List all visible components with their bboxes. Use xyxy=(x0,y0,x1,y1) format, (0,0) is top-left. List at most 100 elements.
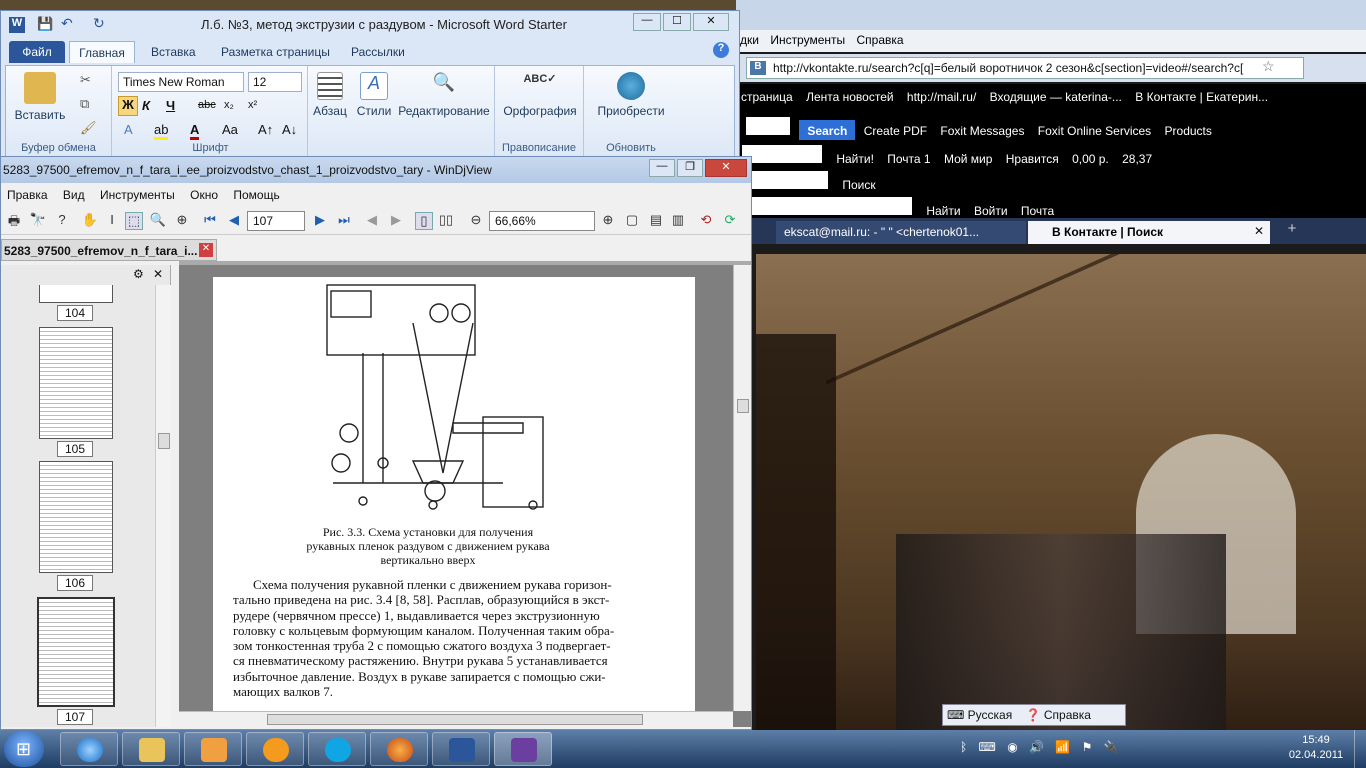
shrink-font-icon[interactable]: A↓ xyxy=(282,122,297,137)
yandex-mail-button[interactable]: Почта xyxy=(1016,198,1059,218)
bookmark-news[interactable]: Лента новостей xyxy=(801,84,899,104)
address-bar[interactable]: http://vkontakte.ru/search?c[q]=белый во… xyxy=(746,57,1304,79)
vertical-scrollbar[interactable] xyxy=(733,265,751,711)
zoom-combo[interactable]: 66,66% xyxy=(489,211,595,231)
text-select-icon[interactable]: I xyxy=(103,212,121,230)
hand-tool-icon[interactable]: ✋ xyxy=(81,212,99,230)
italic-icon[interactable]: К xyxy=(142,98,150,113)
redo-icon[interactable]: ↻ xyxy=(93,15,105,32)
horizontal-scroll-thumb[interactable] xyxy=(267,714,643,725)
rotate-left-icon[interactable]: ⟲ xyxy=(697,212,715,230)
first-page-icon[interactable]: ⏮ xyxy=(201,212,219,230)
undo-icon[interactable]: ↶ xyxy=(61,15,73,32)
network-icon[interactable]: 📶 xyxy=(1055,740,1070,754)
next-page-icon[interactable]: ▶ xyxy=(311,212,329,230)
thumbnail-106[interactable] xyxy=(39,461,113,573)
taskbar-explorer[interactable] xyxy=(122,732,180,766)
taskbar-windjview[interactable] xyxy=(494,732,552,766)
menu-help[interactable]: Справка xyxy=(852,30,907,50)
strikethrough-icon[interactable]: abc xyxy=(198,99,216,111)
menu-tools[interactable]: Инструменты xyxy=(766,30,849,50)
language-label[interactable]: Русская xyxy=(968,708,1013,722)
taskbar-skype[interactable] xyxy=(308,732,366,766)
thumbnail-107[interactable] xyxy=(37,597,115,707)
two-pages-icon[interactable]: ▯▯ xyxy=(437,212,455,230)
spelling-button[interactable]: ABC✓ Орфография xyxy=(497,72,583,118)
ask-search-input[interactable] xyxy=(746,117,790,135)
tab-layout[interactable]: Разметка страницы xyxy=(221,45,330,59)
whats-this-icon[interactable]: ? xyxy=(53,212,71,230)
change-case-icon[interactable]: Aa xyxy=(222,122,238,137)
dj-minimize-icon[interactable]: — xyxy=(649,159,675,177)
thumbnails-scrollbar[interactable] xyxy=(155,285,171,727)
menu-view[interactable]: Вид xyxy=(57,185,91,202)
foxit-services-button[interactable]: Foxit Online Services xyxy=(1033,118,1156,138)
copy-icon[interactable]: ⧉ xyxy=(80,96,89,112)
menu-partial[interactable]: дки xyxy=(736,30,763,50)
tab-insert[interactable]: Вставка xyxy=(151,45,196,59)
single-page-icon[interactable]: ▯ xyxy=(415,212,433,230)
document-tab[interactable]: 5283_97500_efremov_n_f_tara_i... xyxy=(1,239,217,261)
bold-icon[interactable]: Ж xyxy=(118,96,138,116)
search-button[interactable]: Поиск xyxy=(837,172,880,192)
font-size-combo[interactable]: 12 xyxy=(248,72,302,92)
editing-button[interactable]: 🔍 Редактирование xyxy=(396,72,492,118)
volume-icon[interactable]: 🔊 xyxy=(1029,740,1044,754)
minimize-icon[interactable]: — xyxy=(633,13,661,31)
tab-mail[interactable]: ekscat@mail.ru: - " " <chertenok01... xyxy=(776,221,1026,244)
taskbar-media[interactable] xyxy=(184,732,242,766)
close-doc-tab-icon[interactable]: ✕ xyxy=(199,243,213,257)
help-circle-icon[interactable]: ? xyxy=(713,42,729,58)
menu-window[interactable]: Окно xyxy=(184,185,224,202)
bookmark-start[interactable]: страница xyxy=(736,84,798,104)
format-painter-icon[interactable]: 🖌 xyxy=(80,120,97,136)
forward-icon[interactable]: ▶ xyxy=(387,212,405,230)
page-number-combo[interactable]: 107 xyxy=(247,211,305,231)
zoom-rect-icon[interactable]: ⊕ xyxy=(173,212,191,230)
font-name-combo[interactable]: Times New Roman xyxy=(118,72,244,92)
products-button[interactable]: Products xyxy=(1160,118,1217,138)
menu-help[interactable]: Помощь xyxy=(227,185,285,202)
purchase-button[interactable]: Приобрести xyxy=(588,72,674,118)
ask-search-button[interactable]: Search xyxy=(799,120,856,140)
thumbnail-104[interactable] xyxy=(39,285,113,303)
text-effects-icon[interactable]: A xyxy=(124,122,133,137)
clock[interactable]: 15:49 02.04.2011 xyxy=(1286,733,1346,763)
tab-home[interactable]: Главная xyxy=(69,41,135,63)
paragraph-button[interactable]: Абзац xyxy=(310,72,350,118)
login-button[interactable]: Войти xyxy=(969,198,1013,218)
tab-vk-search[interactable]: В Контакте | Поиск xyxy=(1028,221,1270,244)
fit-width-icon[interactable]: ▤ xyxy=(647,212,665,230)
like-button[interactable]: Нравится xyxy=(1001,146,1064,166)
zoom-in-icon[interactable]: ⊕ xyxy=(599,212,617,230)
bookmark-mailru[interactable]: http://mail.ru/ xyxy=(902,84,981,104)
help-label[interactable]: Справка xyxy=(1044,708,1091,722)
fit-page-icon[interactable]: ▢ xyxy=(623,212,641,230)
underline-icon[interactable]: Ч xyxy=(166,98,175,113)
yandex-search-input[interactable] xyxy=(742,197,912,215)
toolbar-search-input[interactable] xyxy=(742,171,828,189)
bluetooth-icon[interactable]: ᛒ xyxy=(960,740,967,754)
tab-file[interactable]: Файл xyxy=(9,41,65,63)
mail-button[interactable]: Почта 1 xyxy=(882,146,935,166)
find-icon[interactable]: 🔭 xyxy=(29,212,47,230)
horizontal-scrollbar[interactable] xyxy=(179,711,733,727)
menu-tools[interactable]: Инструменты xyxy=(94,185,181,202)
antivirus-icon[interactable]: ◉ xyxy=(1007,740,1017,754)
word-icon[interactable]: W xyxy=(9,17,25,33)
taskbar-mailru-agent[interactable] xyxy=(246,732,304,766)
last-page-icon[interactable]: ⏭ xyxy=(335,212,353,230)
panel-settings-icon[interactable]: ⚙ xyxy=(133,267,144,281)
start-button[interactable]: ⊞ xyxy=(4,731,44,767)
thumbnail-105[interactable] xyxy=(39,327,113,439)
print-icon[interactable]: 🖶 xyxy=(5,212,23,230)
menu-edit[interactable]: Правка xyxy=(1,185,54,202)
maximize-icon[interactable]: ☐ xyxy=(663,13,691,31)
panel-close-icon[interactable]: ✕ xyxy=(153,267,163,281)
subscript-icon[interactable]: x₂ xyxy=(224,99,234,111)
font-color-icon[interactable]: A xyxy=(190,122,200,140)
find-button[interactable]: Найти! xyxy=(831,146,879,166)
flag-icon[interactable]: ⚑ xyxy=(1082,740,1093,754)
highlight-icon[interactable]: ab xyxy=(154,122,169,140)
zoom-tool-icon[interactable]: 🔍 xyxy=(149,212,167,230)
